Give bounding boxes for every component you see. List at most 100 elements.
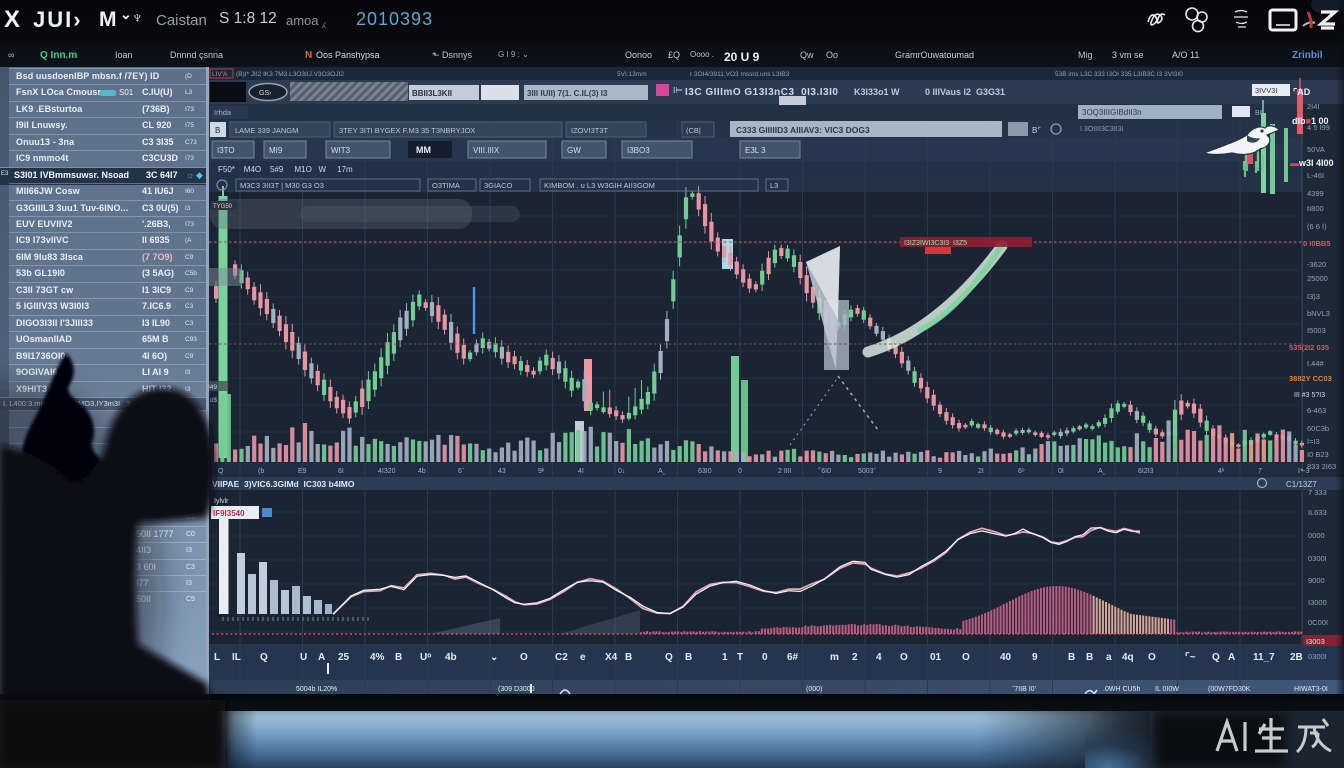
svg-text:IF9I3540: IF9I3540 xyxy=(213,509,245,518)
svg-text:4b: 4b xyxy=(445,652,457,663)
svg-text:Irhda: Irhda xyxy=(214,108,232,117)
svg-text:(6 6 I): (6 6 I) xyxy=(1307,222,1327,231)
svg-text:O: O xyxy=(900,652,908,663)
svg-text:I 3OIIII3C3II3I: I 3OIIII3C3II3I xyxy=(1080,126,1124,133)
svg-text:I⬑3: I⬑3 xyxy=(1298,468,1310,475)
svg-text:60C3b: 60C3b xyxy=(1307,424,1329,433)
svg-text:0C00I: 0C00I xyxy=(1308,618,1328,627)
svg-text:Iylvlr: Iylvlr xyxy=(214,498,229,505)
svg-text:I.44#: I.44# xyxy=(1307,359,1325,368)
svg-text:I3TO: I3TO xyxy=(217,146,235,155)
svg-text:⌜AD: ⌜AD xyxy=(1293,87,1311,97)
svg-text:Q: Q xyxy=(665,652,673,663)
svg-text:ˉ7IIB I0’: ˉ7IIB I0’ xyxy=(1012,686,1037,693)
svg-text:9000: 9000 xyxy=(1308,576,1325,585)
svg-text:9: 9 xyxy=(1032,652,1038,663)
svg-text:6ᵒ: 6ᵒ xyxy=(1018,468,1025,475)
svg-text:3IVV3I: 3IVV3I xyxy=(1255,86,1278,95)
svg-text:3GIACO: 3GIACO xyxy=(484,181,513,190)
svg-text:HIWAT3-0I: HIWAT3-0I xyxy=(1294,686,1328,693)
svg-text:WIT3: WIT3 xyxy=(331,146,351,155)
svg-text:6ˉ: 6ˉ xyxy=(458,468,465,475)
svg-text:B⌜: B⌜ xyxy=(1032,126,1041,135)
svg-text:4I320: 4I320 xyxy=(378,468,396,475)
svg-text:B: B xyxy=(685,652,692,663)
svg-text:43: 43 xyxy=(498,468,506,475)
svg-text:-3620: -3620 xyxy=(1307,260,1326,269)
svg-text:GW: GW xyxy=(567,146,581,155)
svg-text:11_7: 11_7 xyxy=(1253,652,1275,663)
svg-text:r 3OI4/3911.VO3 mssrd.uns L3IB: r 3OI4/3911.VO3 mssrd.uns L3IB3 xyxy=(690,71,790,78)
svg-text:6-463: 6-463 xyxy=(1307,406,1326,415)
svg-text:T: T xyxy=(737,652,743,663)
svg-text:B: B xyxy=(1068,652,1075,663)
svg-text:MI9: MI9 xyxy=(269,146,283,155)
svg-text:0 IIIVaus I2 G3G31: 0 IIIVaus I2 G3G31 xyxy=(925,87,1005,97)
svg-text:9ᵏ: 9ᵏ xyxy=(538,468,545,475)
svg-text:F50* M4O 5#9 M1O W: F50* M4O 5#9 M1O W 17m xyxy=(218,165,353,174)
svg-text:I5003: I5003 xyxy=(1307,326,1326,335)
svg-text:4399: 4399 xyxy=(1307,189,1324,198)
svg-text:3TEY 3ITI BYGEX F.M3 35 T3NBRY: 3TEY 3ITI BYGEX F.M3 35 T3NBRYJOX xyxy=(339,126,475,135)
svg-text:4: 4 xyxy=(876,652,882,663)
svg-text:6I2I3: 6I2I3 xyxy=(1138,468,1154,475)
svg-text:63I0: 63I0 xyxy=(698,468,712,475)
svg-text:bNVL3: bNVL3 xyxy=(1307,309,1330,318)
svg-text:40: 40 xyxy=(1000,652,1012,663)
svg-text:GS›: GS› xyxy=(259,90,272,97)
svg-text:m: m xyxy=(830,652,839,663)
svg-text:LAME 339 JANGM: LAME 339 JANGM xyxy=(235,126,298,135)
svg-text:3III IUII) 7(1. C.IL(3) I3: 3III IUII) 7(1. C.IL(3) I3 xyxy=(527,89,608,98)
svg-text:VIIPAE 3)VIC6.3GIMd IC303 b4: VIIPAE 3)VIC6.3GIMd IC303 b4IMO xyxy=(212,479,355,489)
svg-text:⌄: ⌄ xyxy=(490,652,498,663)
svg-text:6#: 6# xyxy=(787,652,799,663)
svg-text:C333 GIIIIID3 AIIIAV3: VIC3 DO: C333 GIIIIID3 AIIIAV3: VIC3 DOG3 xyxy=(736,125,870,135)
svg-text:B6: B6 xyxy=(1255,110,1264,117)
svg-text:2B: 2B xyxy=(1290,652,1303,663)
svg-text:2 IIII: 2 IIII xyxy=(778,468,792,475)
svg-text:1: 1 xyxy=(722,652,728,663)
svg-text:I3000: I3000 xyxy=(1308,598,1327,607)
svg-text:L-46I: L-46I xyxy=(1307,171,1324,180)
svg-text:⌜~: ⌜~ xyxy=(1185,652,1196,663)
svg-text:I3BO3: I3BO3 xyxy=(627,146,650,155)
svg-text:2: 2 xyxy=(852,652,858,663)
svg-text:53B ims L3C 333 I3OI 335 L3IB3: 53B ims L3C 333 I3OI 335 L3IB3C I3 3VI3I… xyxy=(1055,71,1183,78)
svg-text:O: O xyxy=(1148,652,1156,663)
svg-text:7: 7 xyxy=(1258,468,1262,475)
svg-text:0: 0 xyxy=(738,468,742,475)
svg-text:833 2I63: 833 2I63 xyxy=(1307,462,1336,471)
svg-text:A: A xyxy=(1228,652,1235,663)
svg-text:(309 D3000: (309 D3000 xyxy=(498,686,535,693)
svg-text:0000: 0000 xyxy=(1308,531,1325,540)
svg-text:X4: X4 xyxy=(605,652,618,663)
svg-text:III #3 5?I3: III #3 5?I3 xyxy=(1294,392,1325,399)
svg-text:a: a xyxy=(1106,652,1112,663)
svg-text:A‸: A‸ xyxy=(1098,468,1106,475)
svg-text:7 333: 7 333 xyxy=(1308,488,1327,497)
svg-text:KIMBOM . u L3 W3GIH AII3GOM: KIMBOM . u L3 W3GIH AII3GOM xyxy=(544,181,655,190)
svg-text:I3IZ3IWI3C3I3 I3Z5: I3IZ3IWI3C3I3 I3Z5 xyxy=(904,240,967,247)
svg-text:IL633: IL633 xyxy=(1308,508,1327,517)
svg-text:Q: Q xyxy=(260,652,268,663)
svg-text:(00W7FD30K: (00W7FD30K xyxy=(1208,686,1251,693)
svg-text:Q: Q xyxy=(218,468,224,475)
svg-text:(B)I* JII2 IK3 7M3.L3O3IIJ.V3O: (B)I* JII2 IK3 7M3.L3O3IIJ.V3O3OJI2 xyxy=(236,71,344,78)
svg-text:dIb■1 00: dIb■1 00 xyxy=(1292,116,1328,126)
svg-text:5VI.13mm: 5VI.13mm xyxy=(617,71,647,78)
svg-text:5004b IL20%: 5004b IL20% xyxy=(296,686,337,693)
svg-text:I49: I49 xyxy=(208,384,217,391)
svg-text:tI800: tI800 xyxy=(1307,204,1324,213)
svg-text:▬w3I 4I00: ▬w3I 4I00 xyxy=(1290,158,1334,168)
svg-text:535(2I2 035: 535(2I2 035 xyxy=(1289,343,1329,352)
svg-text:B: B xyxy=(1086,652,1093,663)
svg-text:O: O xyxy=(962,652,970,663)
svg-text:M3C3 3II3T | M30 G3 O3: M3C3 3II3T | M30 G3 O3 xyxy=(240,181,324,190)
svg-text:0300I: 0300I xyxy=(1308,554,1327,563)
svg-text:4q: 4q xyxy=(1122,652,1134,663)
svg-text:Uᵒ: Uᵒ xyxy=(420,652,431,663)
svg-text:VIII.IIIX: VIII.IIIX xyxy=(473,146,500,155)
svg-text:I3003: I3003 xyxy=(1306,637,1325,646)
svg-text:E3L 3: E3L 3 xyxy=(745,146,766,155)
svg-text:4ᵏ: 4ᵏ xyxy=(1218,468,1225,475)
